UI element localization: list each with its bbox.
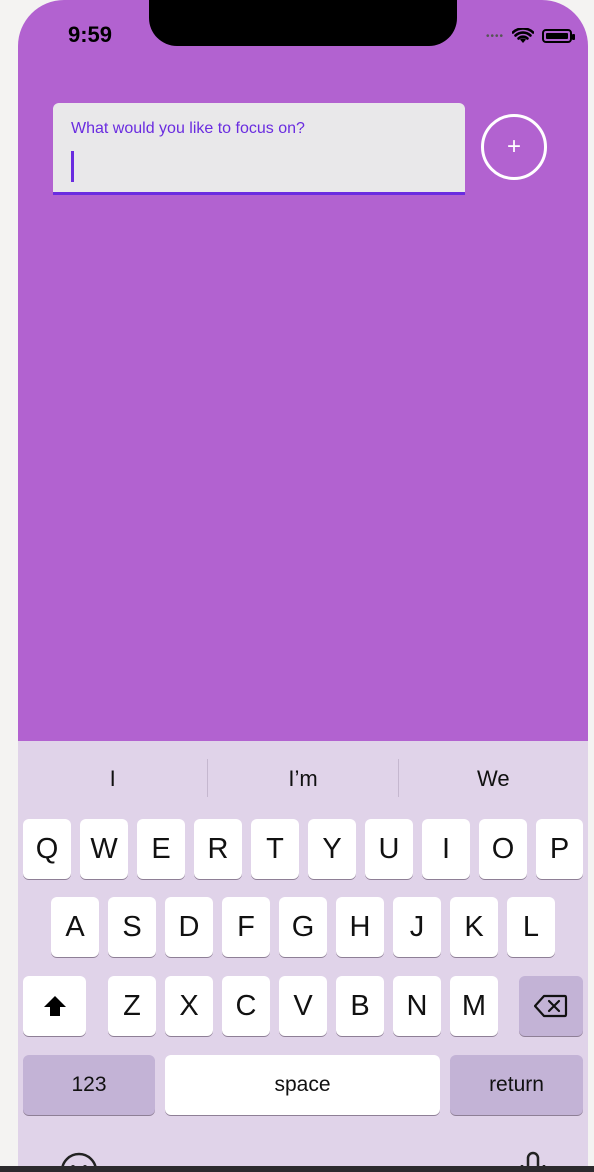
key-b[interactable]: B <box>336 976 384 1036</box>
emoji-icon[interactable] <box>59 1151 99 1166</box>
key-w[interactable]: W <box>80 819 128 879</box>
suggestion-item[interactable]: I <box>18 759 207 799</box>
status-icons: •••• <box>485 22 575 50</box>
device-notch <box>149 0 457 46</box>
onscreen-keyboard: I I’m We Q W E R T Y U I O P A S D F G H… <box>18 741 588 1166</box>
microphone-icon[interactable] <box>518 1151 548 1166</box>
numbers-key[interactable]: 123 <box>23 1055 155 1115</box>
key-f[interactable]: F <box>222 897 270 957</box>
key-h[interactable]: H <box>336 897 384 957</box>
add-button[interactable]: + <box>481 114 547 180</box>
space-key[interactable]: space <box>165 1055 440 1115</box>
delete-key[interactable] <box>519 976 583 1036</box>
battery-icon <box>542 29 575 43</box>
key-e[interactable]: E <box>137 819 185 879</box>
key-r[interactable]: R <box>194 819 242 879</box>
key-g[interactable]: G <box>279 897 327 957</box>
shift-key[interactable] <box>23 976 86 1036</box>
wifi-icon <box>512 28 534 43</box>
key-a[interactable]: A <box>51 897 99 957</box>
key-t[interactable]: T <box>251 819 299 879</box>
key-c[interactable]: C <box>222 976 270 1036</box>
key-m[interactable]: M <box>450 976 498 1036</box>
key-z[interactable]: Z <box>108 976 156 1036</box>
key-d[interactable]: D <box>165 897 213 957</box>
key-i[interactable]: I <box>422 819 470 879</box>
key-j[interactable]: J <box>393 897 441 957</box>
key-p[interactable]: P <box>536 819 583 879</box>
shift-arrow-icon <box>43 996 66 1016</box>
focus-input-label: What would you like to focus on? <box>71 120 305 137</box>
key-v[interactable]: V <box>279 976 327 1036</box>
focus-input[interactable]: What would you like to focus on? <box>53 103 465 195</box>
text-caret <box>71 151 74 182</box>
app-screen: 9:59 •••• What would you like to focus o… <box>18 0 588 1166</box>
suggestion-item[interactable]: I’m <box>208 759 397 799</box>
status-time: 9:59 <box>68 22 113 47</box>
key-s[interactable]: S <box>108 897 156 957</box>
suggestion-item[interactable]: We <box>399 759 588 799</box>
backspace-icon <box>534 994 568 1018</box>
key-k[interactable]: K <box>450 897 498 957</box>
key-q[interactable]: Q <box>23 819 71 879</box>
suggestion-bar: I I’m We <box>18 759 588 799</box>
key-l[interactable]: L <box>507 897 555 957</box>
signal-dots-icon: •••• <box>485 30 504 42</box>
key-y[interactable]: Y <box>308 819 356 879</box>
key-o[interactable]: O <box>479 819 527 879</box>
key-n[interactable]: N <box>393 976 441 1036</box>
key-x[interactable]: X <box>165 976 213 1036</box>
return-key[interactable]: return <box>450 1055 583 1115</box>
key-u[interactable]: U <box>365 819 413 879</box>
